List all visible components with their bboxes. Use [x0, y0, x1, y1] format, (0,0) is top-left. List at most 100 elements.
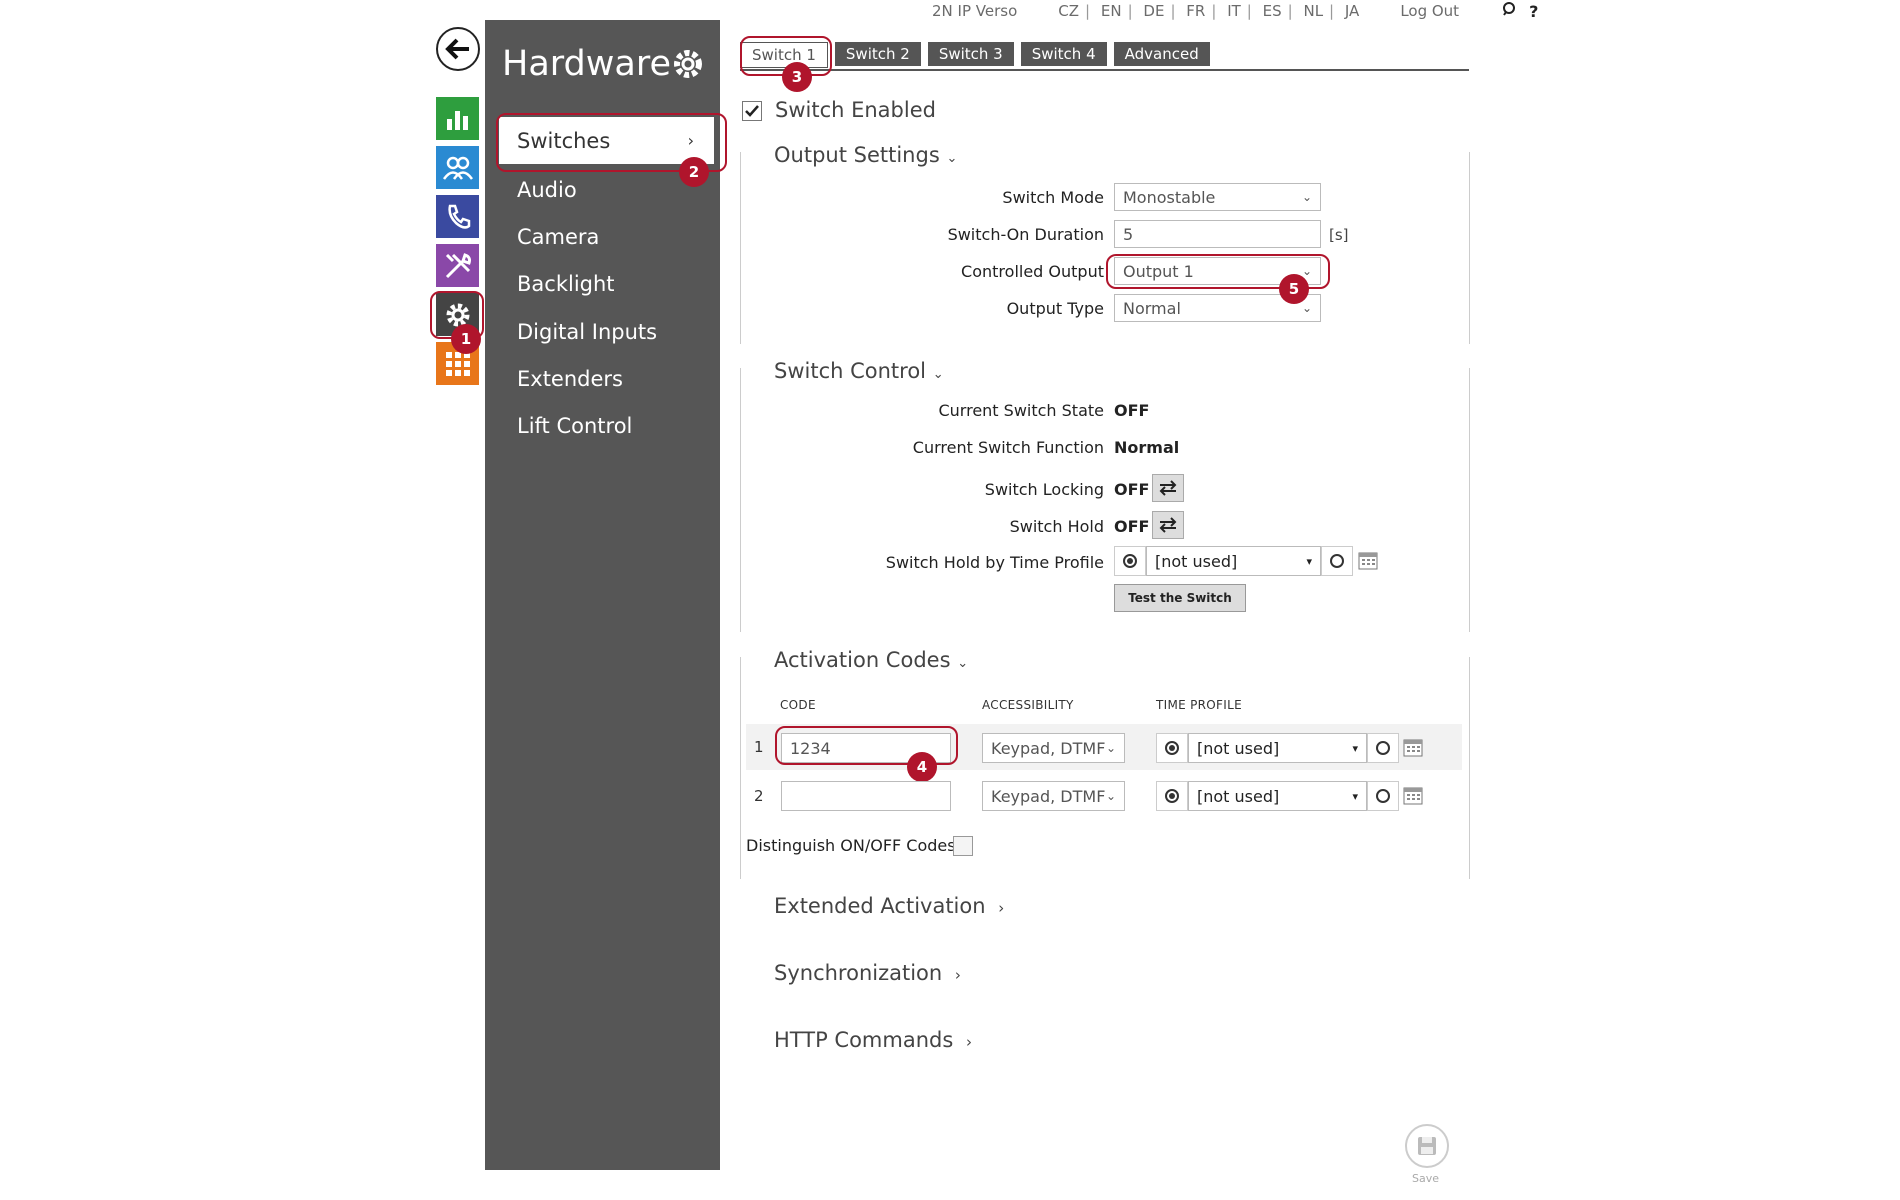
chevron-right-icon: › [965, 1033, 972, 1051]
top-bar: 2N IP Verso CZ | EN | DE | FR | IT | ES | NL | … [932, 0, 1538, 22]
caret-down-icon: ▾ [1306, 554, 1312, 568]
switch-mode-label: Switch Mode [1002, 188, 1104, 207]
row1-radio-on[interactable] [1156, 733, 1188, 763]
status-icon[interactable] [436, 97, 479, 140]
output-settings-title: Output Settings [774, 143, 940, 167]
row-number: 1 [754, 738, 764, 756]
lang-cz[interactable]: CZ [1055, 2, 1082, 20]
arrow-left-icon [445, 38, 469, 60]
lang-it[interactable]: IT [1224, 2, 1244, 20]
time-profile-value-2: [not used] [1197, 786, 1280, 806]
product-name: 2N IP Verso [932, 2, 1018, 20]
activation-codes-title: Activation Codes [774, 648, 951, 672]
radio-unselected-icon [1376, 741, 1390, 755]
radio-unselected-icon [1330, 554, 1344, 568]
accessibility-value-2: Keypad, DTMF [991, 786, 1106, 806]
sidebar-item-backlight[interactable]: Backlight [517, 272, 615, 296]
switch-locking-toggle[interactable] [1152, 474, 1184, 502]
calendar-icon[interactable] [1403, 785, 1423, 809]
profile-radio-on[interactable] [1114, 546, 1146, 576]
sidebar: Hardware Switches › Audio Camera Backlig… [485, 20, 720, 1170]
col-header-code: CODE [780, 698, 816, 712]
time-profile-select-1[interactable]: [not used] ▾ [1188, 733, 1367, 763]
lang-ja[interactable]: JA [1342, 2, 1362, 20]
distinguish-codes-checkbox[interactable] [953, 836, 973, 856]
output-type-label: Output Type [1006, 299, 1104, 318]
extended-activation-title: Extended Activation [774, 894, 986, 918]
tab-switch-4[interactable]: Switch 4 [1020, 42, 1107, 66]
sidebar-item-audio[interactable]: Audio [517, 178, 577, 202]
synchronization-header[interactable]: Synchronization › [774, 961, 961, 985]
search-icon[interactable] [1501, 1, 1517, 21]
sidebar-item-extenders[interactable]: Extenders [517, 367, 623, 391]
switch-control-header[interactable]: Switch Control ⌄ [774, 359, 950, 383]
code-input-2[interactable] [781, 781, 951, 811]
col-header-time-profile: TIME PROFILE [1156, 698, 1242, 712]
output-settings-header[interactable]: Output Settings ⌄ [774, 143, 964, 167]
row-number: 2 [754, 787, 764, 805]
controlled-output-label: Controlled Output [961, 262, 1104, 281]
switch-enabled-checkbox[interactable] [742, 101, 762, 121]
back-button[interactable] [436, 27, 480, 71]
calendar-icon[interactable] [1358, 550, 1378, 574]
time-profile-select-2[interactable]: [not used] ▾ [1188, 781, 1367, 811]
chevron-down-icon: ⌄ [1105, 789, 1116, 803]
logout-link[interactable]: Log Out [1400, 2, 1459, 20]
callout-badge-4: 4 [907, 752, 937, 782]
sidebar-item-lift-control[interactable]: Lift Control [517, 414, 632, 438]
profile-radio-off[interactable] [1321, 546, 1353, 576]
radio-selected-icon [1165, 789, 1179, 803]
accessibility-select-1[interactable]: Keypad, DTMF ⌄ [982, 733, 1125, 763]
accessibility-value-1: Keypad, DTMF [991, 738, 1106, 758]
current-switch-state-label: Current Switch State [938, 401, 1104, 420]
switch-mode-select[interactable]: Monostable ⌄ [1114, 183, 1321, 211]
checkmark-icon [745, 105, 759, 117]
services-icon[interactable] [436, 244, 479, 287]
tab-switch-2[interactable]: Switch 2 [834, 42, 921, 66]
switch-enabled-label: Switch Enabled [775, 98, 936, 122]
lang-de[interactable]: DE [1140, 2, 1167, 20]
chevron-down-icon: ⌄ [1105, 741, 1116, 755]
sidebar-item-digital-inputs[interactable]: Digital Inputs [517, 320, 657, 344]
lang-en[interactable]: EN [1098, 2, 1125, 20]
distinguish-codes-label: Distinguish ON/OFF Codes [746, 836, 956, 855]
tab-switch-3[interactable]: Switch 3 [927, 42, 1014, 66]
switch-hold-profile-select[interactable]: [not used] ▾ [1146, 546, 1321, 576]
radio-unselected-icon [1376, 789, 1390, 803]
switch-hold-label: Switch Hold [1009, 517, 1104, 536]
save-button[interactable] [1405, 1124, 1449, 1168]
settings-gear-icon [670, 46, 706, 86]
http-commands-header[interactable]: HTTP Commands › [774, 1028, 972, 1052]
chevron-right-icon: › [998, 899, 1005, 917]
accessibility-select-2[interactable]: Keypad, DTMF ⌄ [982, 781, 1125, 811]
test-switch-button[interactable]: Test the Switch [1114, 584, 1246, 612]
switch-on-duration-input[interactable]: 5 [1114, 220, 1321, 248]
calendar-icon[interactable] [1403, 737, 1423, 761]
col-header-accessibility: ACCESSIBILITY [982, 698, 1074, 712]
tab-advanced[interactable]: Advanced [1113, 42, 1210, 66]
row1-radio-off[interactable] [1367, 733, 1399, 763]
help-button[interactable]: ? [1529, 2, 1538, 21]
row2-radio-off[interactable] [1367, 781, 1399, 811]
extended-activation-header[interactable]: Extended Activation › [774, 894, 1004, 918]
switch-hold-toggle[interactable] [1152, 511, 1184, 539]
callout-badge-3: 3 [782, 62, 812, 92]
switch-hold-profile-value: [not used] [1155, 551, 1238, 571]
callout-badge-5: 5 [1279, 274, 1309, 304]
swap-arrows-icon [1159, 480, 1177, 496]
radio-selected-icon [1165, 741, 1179, 755]
lang-nl[interactable]: NL [1300, 2, 1326, 20]
row2-radio-on[interactable] [1156, 781, 1188, 811]
directory-icon[interactable] [436, 146, 479, 189]
lang-fr[interactable]: FR [1183, 2, 1208, 20]
chevron-down-icon: ⌄ [957, 656, 969, 671]
switch-on-duration-label: Switch-On Duration [947, 225, 1104, 244]
lang-es[interactable]: ES [1260, 2, 1285, 20]
http-commands-title: HTTP Commands [774, 1028, 954, 1052]
switch-locking-label: Switch Locking [984, 480, 1104, 499]
radio-selected-icon [1123, 554, 1137, 568]
phone-icon[interactable] [436, 195, 479, 238]
sidebar-item-camera[interactable]: Camera [517, 225, 599, 249]
activation-codes-header[interactable]: Activation Codes ⌄ [774, 648, 975, 672]
chevron-down-icon: ⌄ [932, 367, 944, 382]
